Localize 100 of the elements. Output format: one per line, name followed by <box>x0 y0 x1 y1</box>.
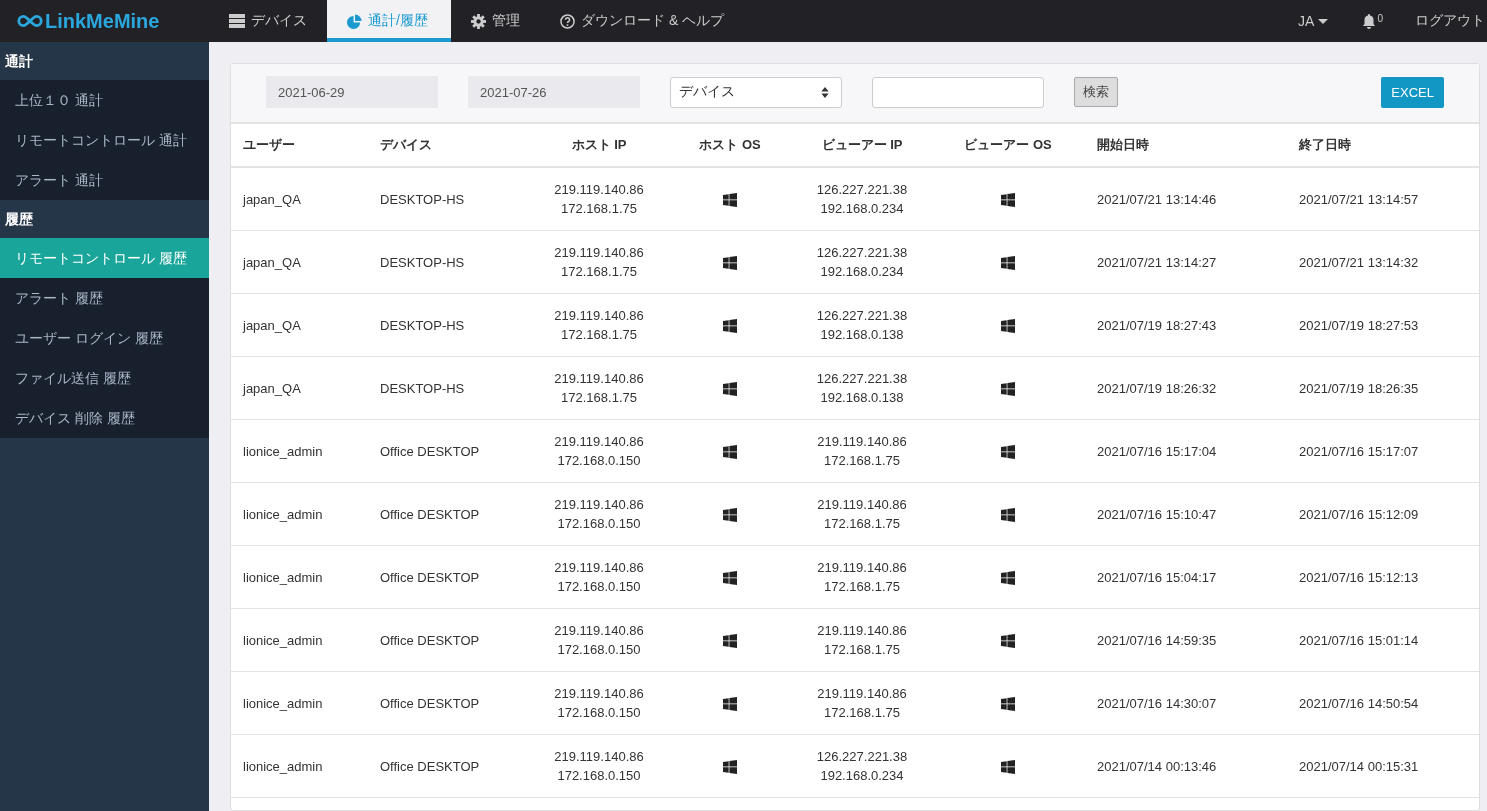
pie-chart-icon <box>347 13 362 29</box>
table-cell: 126.227.221.38 192.168.0.234 <box>816 182 908 216</box>
table-cell: japan_QA <box>243 317 301 333</box>
windows-logo-icon <box>1001 382 1015 397</box>
sort-caret-icon <box>821 86 829 98</box>
table-cell: japan_QA <box>243 191 301 207</box>
end-date-field[interactable]: 2021-07-26 <box>468 76 640 108</box>
table-cell: 2021/07/19 18:27:43 <box>1097 317 1217 333</box>
sidebar-item[interactable]: デバイス 削除 履歴 <box>0 398 209 438</box>
search-field[interactable] <box>872 76 1044 108</box>
windows-logo-icon <box>723 634 737 649</box>
table-cell: Office DESKTOP <box>380 632 480 648</box>
table-cell: lionice_admin <box>243 569 323 585</box>
table-cell: 2021/07/16 15:17:04 <box>1097 443 1217 459</box>
table-cell: Office DESKTOP <box>380 443 480 459</box>
settings-icon <box>471 13 486 29</box>
column-header: ユーザー <box>243 137 295 152</box>
windows-logo-icon <box>723 760 737 775</box>
windows-logo-icon <box>1001 697 1015 712</box>
table-cell: 219.119.140.86 172.168.1.75 <box>817 497 907 531</box>
table-cell: 219.119.140.86 172.168.1.75 <box>554 371 644 405</box>
table-cell: DESKTOP-HS <box>380 380 465 396</box>
table-cell: 2021/07/21 13:14:27 <box>1097 254 1217 270</box>
windows-logo-icon <box>723 382 737 397</box>
table-cell: 126.227.221.38 192.168.0.234 <box>816 245 908 279</box>
column-header: ビューアー IP <box>821 137 903 152</box>
device-select[interactable]: デバイス <box>670 76 842 108</box>
table-cell: Office DESKTOP <box>380 758 480 774</box>
table-cell: 219.119.140.86 172.168.1.75 <box>817 623 907 657</box>
windows-logo-icon <box>723 697 737 712</box>
table-cell: 2021/07/19 18:26:35 <box>1299 380 1419 396</box>
table-cell: 2021/07/19 18:26:32 <box>1097 380 1217 396</box>
logo-text: LinkMeMine <box>45 9 160 33</box>
windows-logo-icon <box>723 571 737 586</box>
logout-link[interactable]: ログアウト <box>1415 12 1485 30</box>
server-icon <box>229 14 245 28</box>
table-cell: Office DESKTOP <box>380 506 480 522</box>
table-cell: lionice_admin <box>243 443 323 459</box>
search-button[interactable]: 検索 <box>1074 77 1118 107</box>
table-cell: 219.119.140.86 172.168.0.150 <box>554 434 644 468</box>
table-cell: 219.119.140.86 172.168.0.150 <box>554 749 644 783</box>
table-cell: 2021/07/16 14:50:54 <box>1299 695 1419 711</box>
help-icon <box>560 13 575 29</box>
windows-logo-icon <box>1001 256 1015 271</box>
sidebar-item[interactable]: アラート 通計 <box>0 160 209 200</box>
table-cell: 219.119.140.86 172.168.1.75 <box>817 686 907 720</box>
table-cell: 219.119.140.86 172.168.0.150 <box>554 686 644 720</box>
table-cell: 2021/07/16 15:17:07 <box>1299 443 1419 459</box>
windows-logo-icon <box>723 256 737 271</box>
table-cell: 2021/07/14 00:13:46 <box>1097 758 1217 774</box>
windows-logo-icon <box>1001 445 1015 460</box>
table-cell: 2021/07/16 15:12:13 <box>1299 569 1419 585</box>
table-cell: 2021/07/21 13:14:32 <box>1299 254 1419 270</box>
table-cell: 2021/07/16 14:59:35 <box>1097 632 1217 648</box>
windows-logo-icon <box>1001 319 1015 334</box>
sidebar-item[interactable]: ユーザー ログイン 履歴 <box>0 318 209 358</box>
table-cell: 219.119.140.86 172.168.1.75 <box>817 434 907 468</box>
windows-logo-icon <box>1001 634 1015 649</box>
windows-logo-icon <box>1001 508 1015 523</box>
table-cell: 2021/07/16 15:01:14 <box>1299 632 1419 648</box>
table-cell: 219.119.140.86 172.168.1.75 <box>817 560 907 594</box>
table-cell: DESKTOP-HS <box>380 191 465 207</box>
windows-logo-icon <box>723 508 737 523</box>
table-cell: lionice_admin <box>243 695 323 711</box>
nav-tab[interactable]: 管理 <box>451 0 540 42</box>
windows-logo-icon <box>723 193 737 208</box>
table-cell: 219.119.140.86 172.168.1.75 <box>554 182 644 216</box>
table-cell: 2021/07/16 15:04:17 <box>1097 569 1217 585</box>
table-cell: 126.227.221.38 192.168.0.138 <box>816 308 908 342</box>
bell-icon[interactable] <box>1362 13 1377 29</box>
infinity-logo-icon <box>16 13 44 29</box>
windows-logo-icon <box>1001 760 1015 775</box>
table-cell: 2021/07/19 18:27:53 <box>1299 317 1419 333</box>
column-header: 終了日時 <box>1299 137 1351 152</box>
windows-logo-icon <box>1001 193 1015 208</box>
column-header: ビューアー OS <box>964 137 1052 152</box>
table-cell: japan_QA <box>243 254 301 270</box>
column-header: ホスト IP <box>571 137 627 152</box>
table-cell: 219.119.140.86 172.168.1.75 <box>554 308 644 342</box>
notification-count: 0 <box>1377 13 1383 24</box>
table-cell: 219.119.140.86 172.168.0.150 <box>554 560 644 594</box>
table-cell: 219.119.140.86 172.168.0.150 <box>554 497 644 531</box>
table-cell: 2021/07/14 00:15:31 <box>1299 758 1419 774</box>
sidebar-item[interactable]: ファイル送信 履歴 <box>0 358 209 398</box>
language-dropdown[interactable]: JA <box>1298 13 1329 29</box>
windows-logo-icon <box>1001 571 1015 586</box>
table-cell: lionice_admin <box>243 506 323 522</box>
sidebar-item[interactable]: アラート 履歴 <box>0 278 209 318</box>
windows-logo-icon <box>723 445 737 460</box>
column-header: デバイス <box>380 137 432 152</box>
table-cell: Office DESKTOP <box>380 569 480 585</box>
table-cell: 2021/07/21 13:14:57 <box>1299 191 1419 207</box>
table-cell: 126.227.221.38 192.168.0.234 <box>816 749 908 783</box>
nav-tab[interactable]: デバイス <box>209 0 327 42</box>
sidebar-item[interactable]: 上位１０ 通計 <box>0 80 209 120</box>
table-cell: lionice_admin <box>243 632 323 648</box>
nav-tab[interactable]: ダウンロード & ヘルプ <box>540 0 745 42</box>
windows-logo-icon <box>723 319 737 334</box>
start-date-field[interactable]: 2021-06-29 <box>266 76 438 108</box>
sidebar-item[interactable]: リモートコントロール 通計 <box>0 120 209 160</box>
